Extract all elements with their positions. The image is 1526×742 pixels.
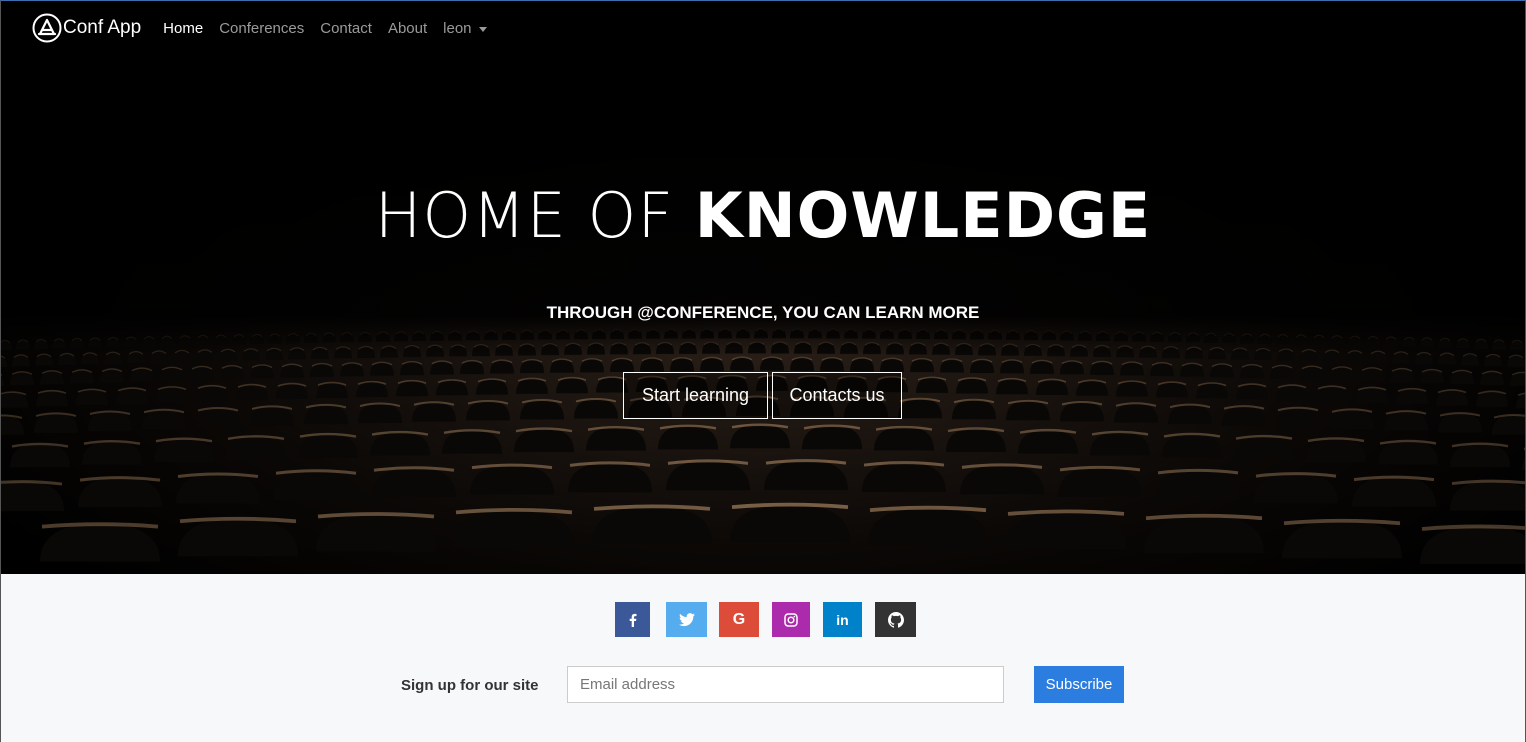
subscribe-button[interactable]: Subscribe [1034, 666, 1124, 703]
instagram-icon[interactable] [772, 602, 810, 637]
nav-conferences[interactable]: Conferences [219, 20, 304, 37]
github-glyph [887, 611, 904, 628]
nav-about[interactable]: About [388, 20, 427, 37]
instagram-glyph [784, 612, 798, 627]
top-navbar: Conf App Home Conferences Contact About … [0, 0, 1526, 56]
app-store-logo-icon [32, 13, 62, 43]
social-links: G in [615, 602, 916, 637]
contacts-us-button[interactable]: Contacts us [772, 372, 902, 419]
google-icon[interactable]: G [719, 602, 759, 637]
hero-section: Conf App Home Conferences Contact About … [0, 0, 1526, 574]
nav-home[interactable]: Home [163, 20, 203, 37]
linkedin-icon[interactable]: in [823, 602, 862, 637]
facebook-icon[interactable] [615, 602, 650, 637]
brand-link[interactable]: Conf App [32, 13, 141, 43]
hero-title-light: HOME OF [374, 179, 695, 252]
twitter-icon[interactable] [666, 602, 707, 637]
github-icon[interactable] [875, 602, 916, 637]
brand-name: Conf App [63, 17, 142, 38]
hero-title-bold: KNOWLEDGE [694, 179, 1152, 252]
email-field[interactable] [567, 666, 1004, 703]
newsletter-signup: Sign up for our site Subscribe [0, 666, 1526, 703]
hero-buttons: Start learning Contacts us [623, 372, 902, 419]
hero-title: HOME OF KNOWLEDGE [0, 176, 1526, 252]
nav-contact[interactable]: Contact [320, 20, 372, 37]
user-menu-dropdown[interactable]: leon [443, 19, 487, 37]
start-learning-button[interactable]: Start learning [623, 372, 768, 419]
facebook-glyph [629, 613, 636, 627]
footer: G in Sign up for our site Subscribe [0, 574, 1526, 742]
signup-label: Sign up for our site [401, 677, 539, 694]
twitter-glyph [678, 612, 695, 626]
auditorium-seats-background [0, 0, 1526, 574]
hero-subtitle: THROUGH @CONFERENCE, YOU CAN LEARN MORE [546, 303, 980, 322]
caret-down-icon [478, 26, 487, 32]
user-menu-label: leon [443, 19, 472, 37]
